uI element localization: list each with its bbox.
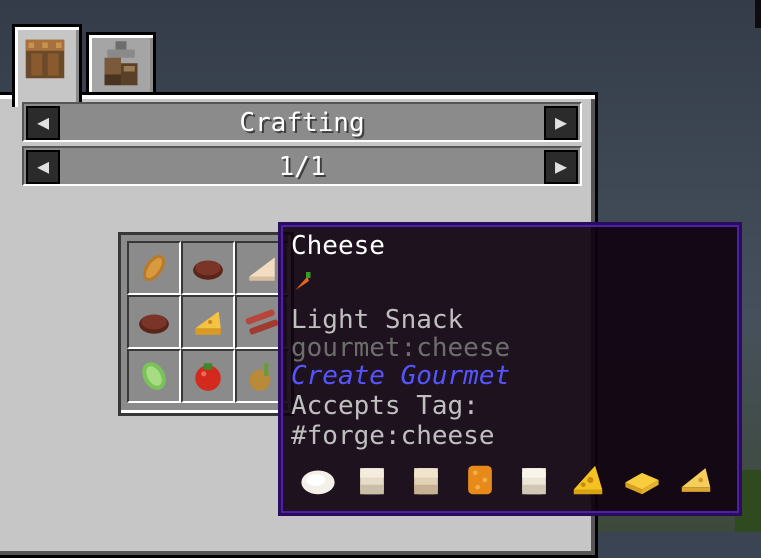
- cheese-wedge-icon: [195, 311, 221, 335]
- tooltip-tag: #forge:cheese: [291, 421, 495, 451]
- arrow-right-icon: ▶: [554, 154, 568, 178]
- grid-slot[interactable]: [127, 295, 181, 349]
- item-tooltip: Cheese Light Snack gourmet:cheese Create…: [278, 222, 742, 516]
- cheese-wedge-icon: [681, 468, 711, 492]
- carrot-icon: [295, 272, 311, 290]
- category-title: Crafting: [239, 108, 365, 138]
- tab-crafting[interactable]: [12, 24, 82, 107]
- arrow-right-icon: ▶: [554, 110, 568, 134]
- swiss-cheese-icon: [573, 465, 603, 495]
- tooltip-item-name: Cheese: [291, 231, 385, 261]
- beef-patty-icon: [139, 314, 169, 334]
- grid-slot[interactable]: [181, 241, 235, 295]
- page-bar: ◀ 1/1 ▶: [22, 146, 582, 186]
- lettuce-icon: [142, 362, 166, 390]
- mozzarella-icon: [301, 470, 335, 495]
- grid-slot[interactable]: [127, 241, 181, 295]
- grid-slot[interactable]: [181, 295, 235, 349]
- tag-item-list: [299, 461, 719, 501]
- machine-icon: [104, 41, 138, 86]
- grid-slot[interactable]: [127, 349, 181, 403]
- cheddar-icon: [468, 465, 492, 495]
- category-bar: ◀ Crafting ▶: [22, 102, 582, 142]
- cheese-block-icon: [414, 468, 438, 495]
- bread-icon: [142, 254, 166, 282]
- world-edge: [755, 0, 761, 28]
- beef-patty-icon: [193, 260, 223, 280]
- tooltip-registry-id: gourmet:cheese: [291, 333, 511, 363]
- tooltip-category: Light Snack: [291, 305, 464, 335]
- tab-machine[interactable]: [86, 32, 156, 99]
- crafting-table-icon: [25, 39, 65, 79]
- tooltip-mod-name: Create Gourmet: [291, 361, 511, 391]
- tooltip-accepts-label: Accepts Tag:: [291, 391, 479, 421]
- cheese-block-icon: [522, 468, 546, 495]
- cheese-slice-icon: [249, 257, 275, 281]
- onion-icon: [249, 363, 271, 391]
- cheese-block-icon: [360, 468, 384, 495]
- next-category-button[interactable]: ▶: [544, 106, 578, 140]
- bacon-icon: [245, 309, 279, 335]
- crafting-grid: [118, 232, 294, 416]
- page-indicator: 1/1: [278, 152, 326, 182]
- next-page-button[interactable]: ▶: [544, 150, 578, 184]
- cheese-slab-icon: [625, 472, 659, 495]
- tomato-icon: [195, 363, 221, 391]
- grid-slot[interactable]: [181, 349, 235, 403]
